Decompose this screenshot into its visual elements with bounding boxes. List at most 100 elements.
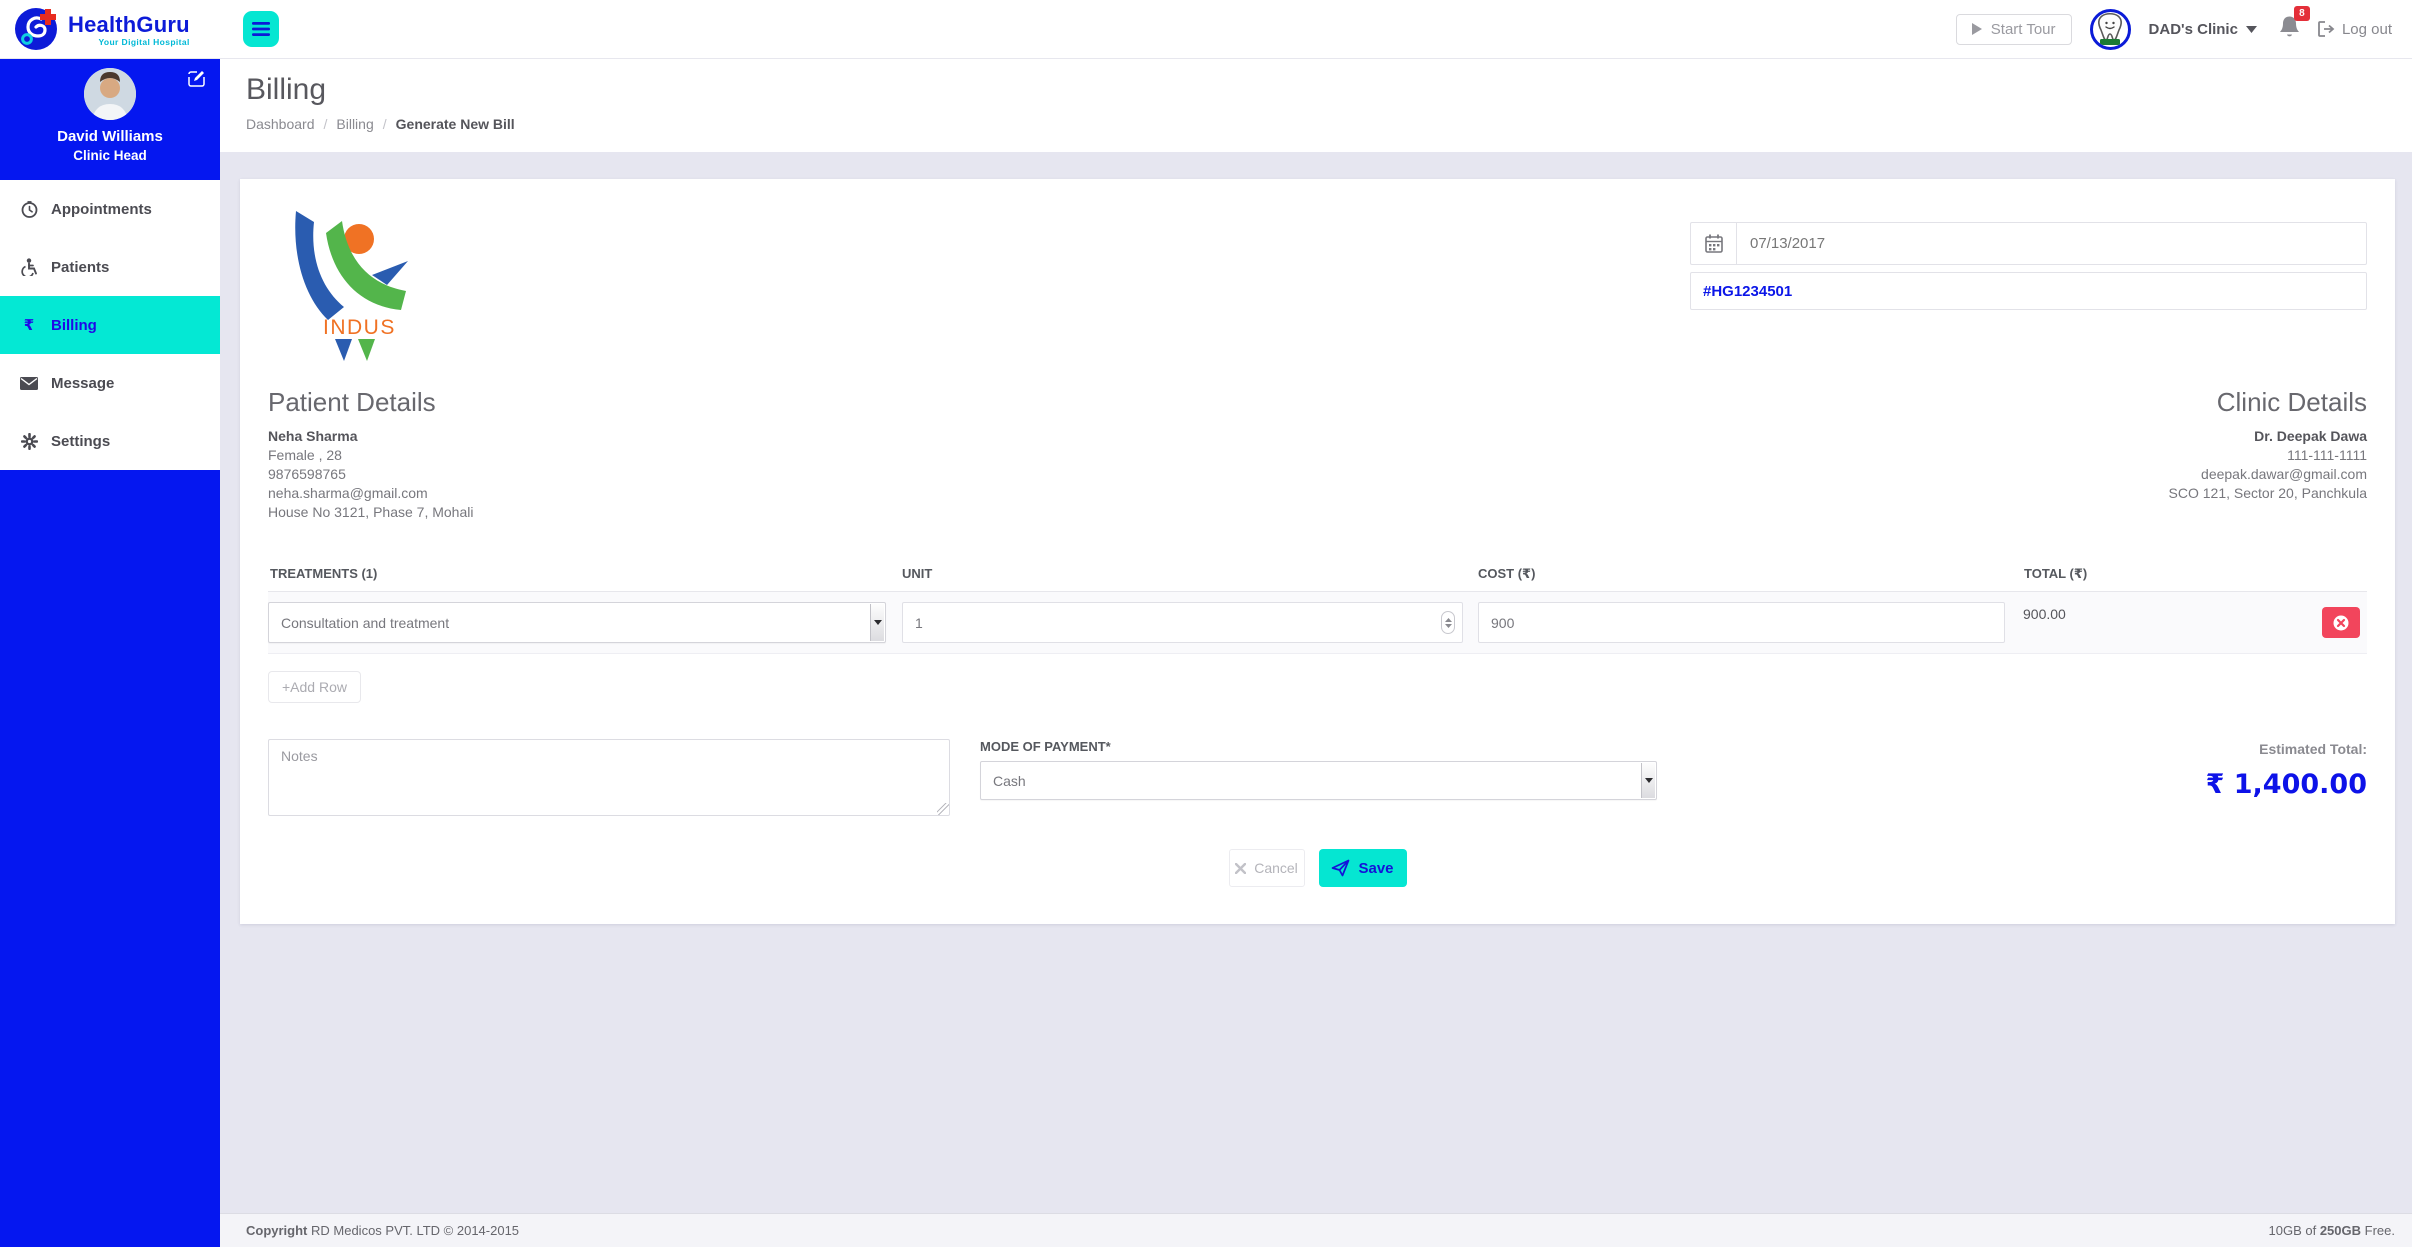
clinic-doctor: Dr. Deepak Dawa xyxy=(2254,428,2367,444)
app-window: HealthGuru Your Digital Hospital Start T… xyxy=(0,0,2412,1247)
treatments-table: TREATMENTS (1) UNIT COST (₹) TOTAL (₹) C… xyxy=(268,566,2367,703)
col-header-treatments: TREATMENTS (1) xyxy=(270,566,378,581)
breadcrumb: Dashboard / Billing / Generate New Bill xyxy=(246,116,2412,132)
breadcrumb-separator: / xyxy=(323,116,328,132)
sidebar: David Williams Clinic Head Appointments xyxy=(0,59,220,1247)
brand-text: HealthGuru Your Digital Hospital xyxy=(68,12,190,47)
clinic-switcher-label: DAD's Clinic xyxy=(2148,20,2238,38)
rupee-icon: ₹ xyxy=(23,316,35,334)
sidebar-item-settings[interactable]: Settings xyxy=(0,412,220,470)
sidebar-nav: Appointments Patients ₹ Billing Message … xyxy=(0,180,220,470)
page-head: Billing Dashboard / Billing / Generate N… xyxy=(220,59,2412,152)
treatment-select[interactable]: Consultation and treatment xyxy=(268,602,886,643)
gear-icon xyxy=(20,432,38,450)
col-header-unit: UNIT xyxy=(902,566,933,581)
play-icon xyxy=(1971,23,1982,35)
logout-label: Log out xyxy=(2341,20,2392,38)
clinic-avatar[interactable] xyxy=(2089,8,2131,50)
delete-row-button[interactable] xyxy=(2322,607,2360,638)
sidebar-item-billing[interactable]: ₹ Billing xyxy=(0,296,220,354)
payment-mode-value: Cash xyxy=(993,772,1026,789)
sidebar-item-appointments[interactable]: Appointments xyxy=(0,180,220,238)
bill-form-card: INDUS 07/13/2017 #HG1234501 Patient Deta… xyxy=(240,179,2395,924)
treatment-row: Consultation and treatment 1 900 900.00 xyxy=(268,592,2367,654)
storage-bold: 250GB xyxy=(2319,1223,2362,1238)
logout-icon xyxy=(2318,21,2335,37)
tooth-icon xyxy=(2098,12,2122,45)
storage-prefix: 10GB of xyxy=(2268,1223,2320,1238)
footer-copyright: Copyright RD Medicos PVT. LTD © 2014-201… xyxy=(246,1223,519,1238)
footer-storage: 10GB of 250GB Free. xyxy=(2269,1223,2395,1238)
indus-practice-logo: INDUS xyxy=(295,211,408,361)
payment-row: MODE OF PAYMENT* Cash Estimated Total: ₹… xyxy=(268,739,2367,816)
sidebar-item-label: Appointments xyxy=(51,200,152,218)
clinic-phone: 111-111-1111 xyxy=(2287,447,2367,463)
invoice-number-box: #HG1234501 xyxy=(1690,272,2367,310)
payment-mode-select[interactable]: Cash xyxy=(980,761,1657,800)
details-row: Patient Details Neha Sharma Female , 28 … xyxy=(268,387,2367,522)
cost-field-wrap xyxy=(1478,602,2005,643)
estimated-total-value: ₹ 1,400.00 xyxy=(2205,769,2367,800)
send-icon xyxy=(1332,859,1350,877)
storage-suffix: Free. xyxy=(2361,1223,2395,1238)
start-tour-button[interactable]: Start Tour xyxy=(1955,13,2072,45)
sidebar-toggle-button[interactable] xyxy=(243,11,279,47)
row-total: 900.00 xyxy=(2023,606,2066,622)
topbar-right: Start Tour DAD's Clinic 8 Log out xyxy=(1955,6,2412,50)
user-avatar xyxy=(84,68,136,120)
footer: Copyright RD Medicos PVT. LTD © 2014-201… xyxy=(220,1213,2412,1247)
cancel-label: Cancel xyxy=(1254,860,1298,876)
unit-input[interactable] xyxy=(902,602,1463,643)
sidebar-item-label: Billing xyxy=(51,316,97,334)
cost-input[interactable] xyxy=(1478,602,2005,643)
brand-tagline: Your Digital Hospital xyxy=(98,36,190,47)
select-arrow-icon xyxy=(870,604,884,641)
estimated-total-label: Estimated Total: xyxy=(2259,741,2367,757)
clinic-switcher[interactable]: DAD's Clinic xyxy=(2149,21,2257,38)
logout-button[interactable]: Log out xyxy=(2318,21,2392,38)
wheelchair-icon xyxy=(20,258,38,276)
estimated-total-block: Estimated Total: ₹ 1,400.00 xyxy=(1657,739,2367,816)
save-button[interactable]: Save xyxy=(1318,849,1407,887)
profile-role: Clinic Head xyxy=(73,148,147,163)
treatments-table-header: TREATMENTS (1) UNIT COST (₹) TOTAL (₹) xyxy=(268,566,2367,592)
edit-profile-icon[interactable] xyxy=(188,70,205,92)
patient-details: Patient Details Neha Sharma Female , 28 … xyxy=(268,387,473,522)
breadcrumb-dashboard[interactable]: Dashboard xyxy=(246,116,315,132)
sidebar-item-label: Message xyxy=(51,374,115,392)
envelope-icon xyxy=(20,376,38,390)
treatment-select-value: Consultation and treatment xyxy=(281,614,450,631)
clinic-email: deepak.dawar@gmail.com xyxy=(2201,466,2367,482)
col-header-cost: COST (₹) xyxy=(1478,566,1536,581)
payment-mode-label: MODE OF PAYMENT* xyxy=(980,739,1111,754)
bill-date-input[interactable] xyxy=(1736,222,2367,265)
brand-name: HealthGuru xyxy=(68,11,190,37)
number-stepper-icon[interactable] xyxy=(1441,611,1455,634)
breadcrumb-billing[interactable]: Billing xyxy=(336,116,373,132)
patient-phone: 9876598765 xyxy=(268,466,346,482)
sidebar-item-patients[interactable]: Patients xyxy=(0,238,220,296)
page-title: Billing xyxy=(246,73,327,106)
clinic-details: Clinic Details Dr. Deepak Dawa 111-111-1… xyxy=(2169,387,2367,522)
notifications-button[interactable]: 8 xyxy=(2279,6,2310,43)
bill-meta: #HG1234501 xyxy=(1690,209,2367,361)
brand: HealthGuru Your Digital Hospital xyxy=(0,6,190,52)
add-row-button[interactable]: +Add Row xyxy=(268,671,361,703)
sidebar-item-message[interactable]: Message xyxy=(0,354,220,412)
close-icon xyxy=(1235,862,1247,874)
patient-name: Neha Sharma xyxy=(268,428,358,444)
indus-logo-text: INDUS xyxy=(323,316,396,339)
patient-details-heading: Patient Details xyxy=(268,387,436,417)
bill-header-row: INDUS 07/13/2017 #HG1234501 xyxy=(268,209,2367,361)
patient-address: House No 3121, Phase 7, Mohali xyxy=(268,504,474,520)
remove-circle-icon xyxy=(2333,615,2349,630)
breadcrumb-separator: / xyxy=(382,116,387,132)
sidebar-item-label: Patients xyxy=(51,258,110,276)
start-tour-label: Start Tour xyxy=(1990,20,2056,38)
cancel-button[interactable]: Cancel xyxy=(1228,849,1305,887)
clock-icon xyxy=(20,200,38,218)
calendar-icon[interactable] xyxy=(1690,222,1736,265)
unit-field-wrap xyxy=(902,602,1463,643)
notes-textarea[interactable] xyxy=(268,739,950,816)
breadcrumb-current: Generate New Bill xyxy=(395,116,515,132)
